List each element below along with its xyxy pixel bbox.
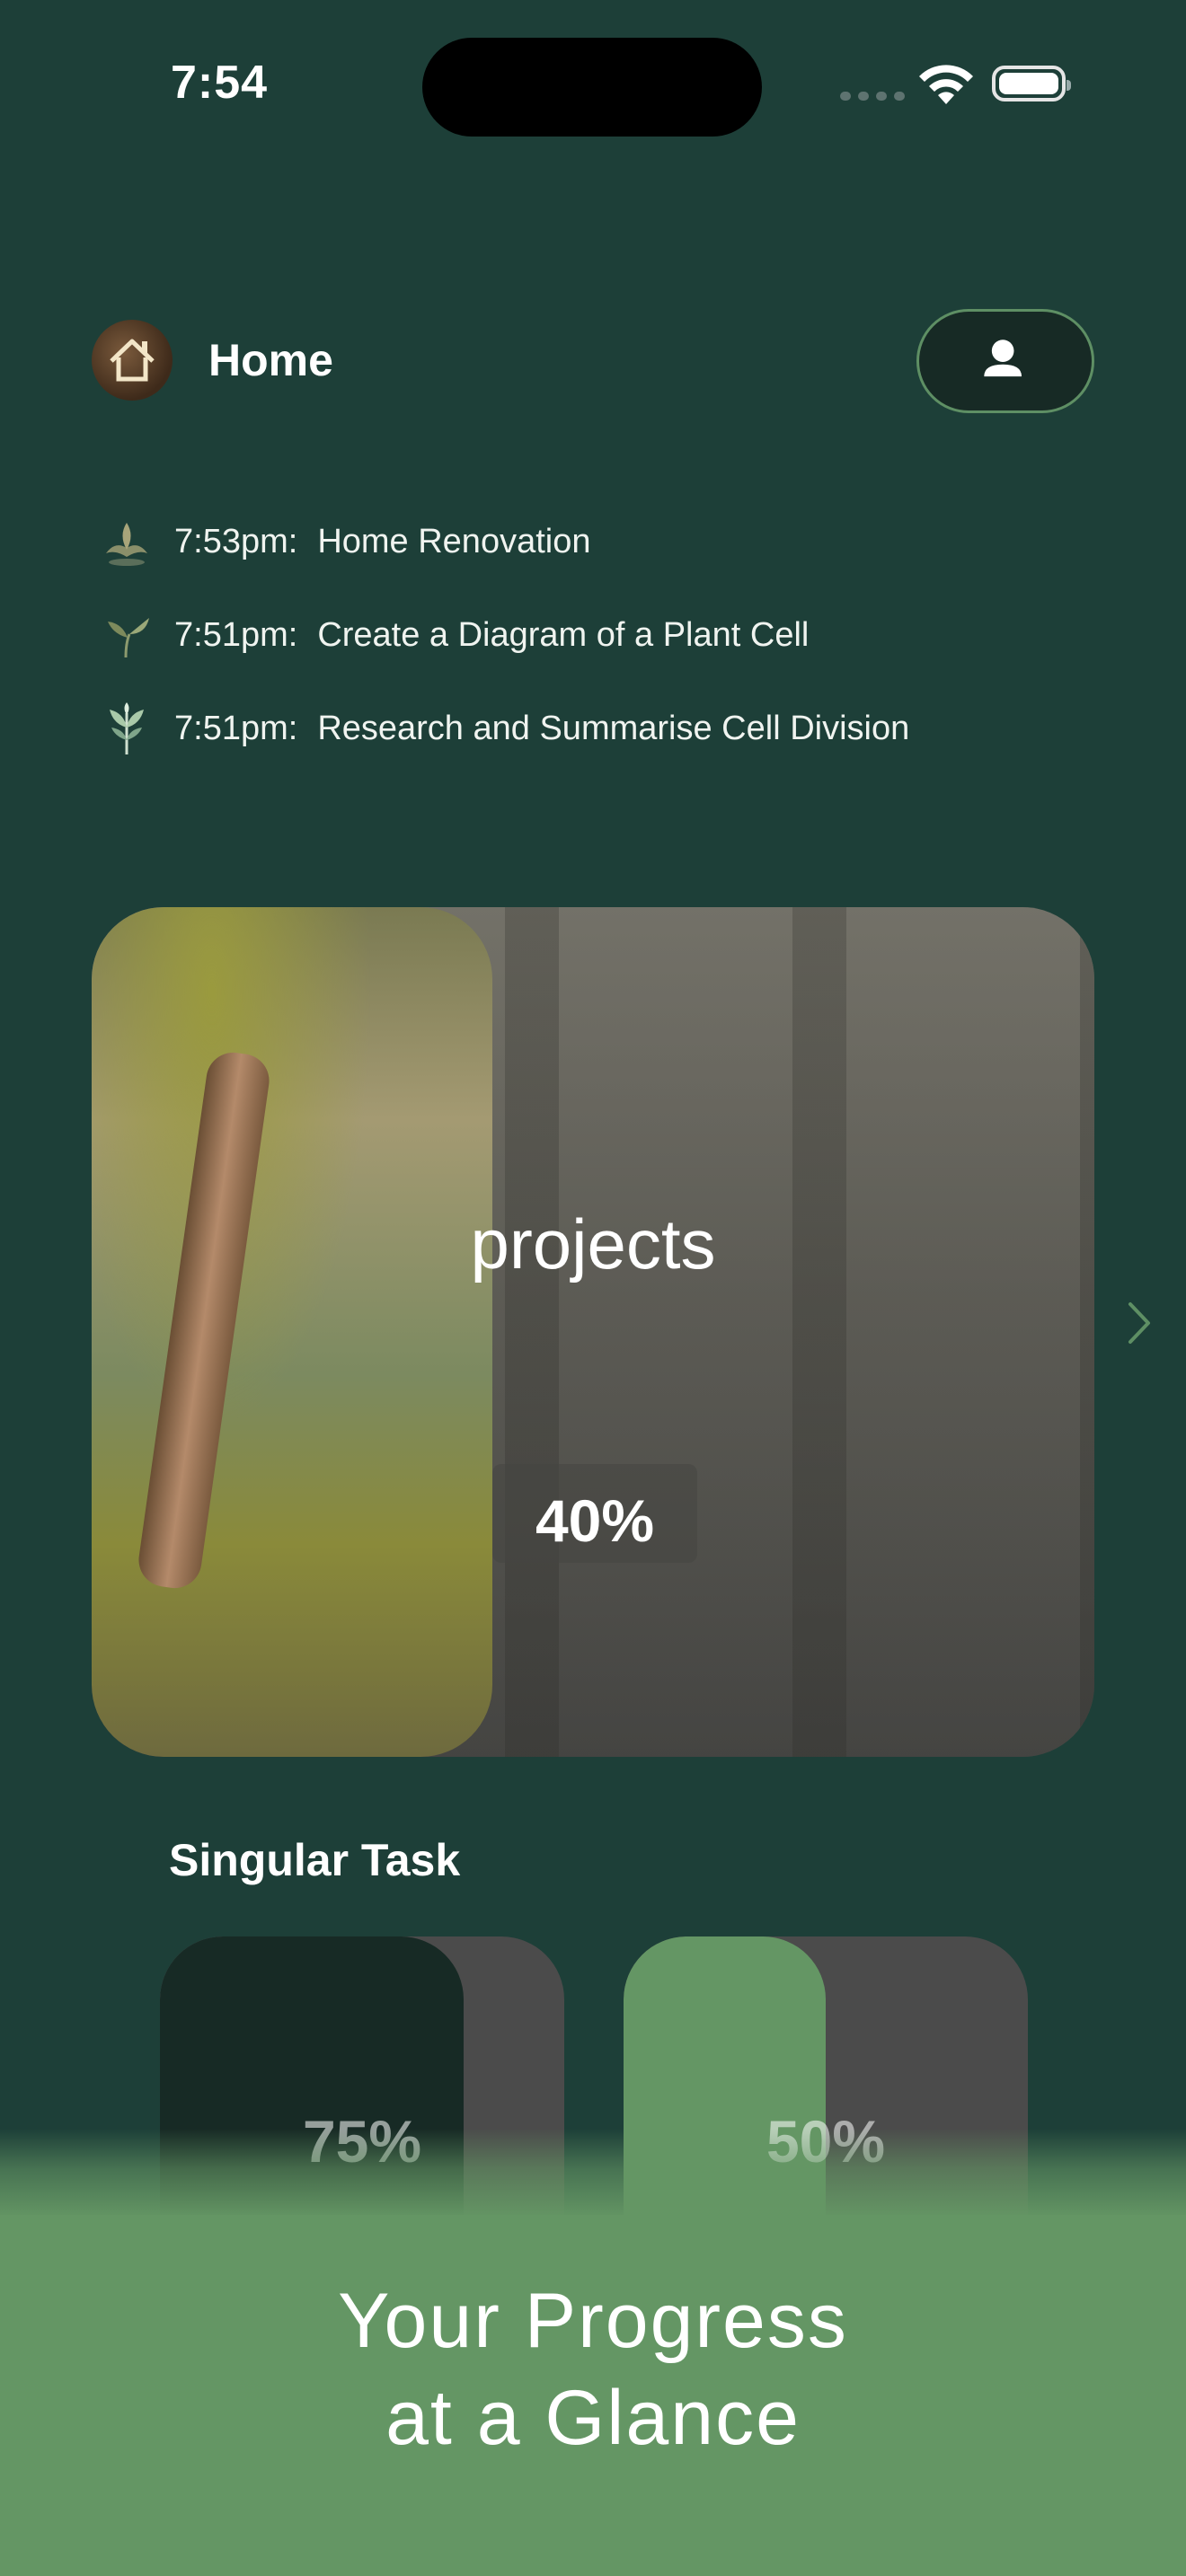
chevron-right-icon[interactable] [1125,1301,1152,1345]
activity-item[interactable]: 7:53pm: Home Renovation [99,514,590,569]
activity-item[interactable]: 7:51pm: Create a Diagram of a Plant Cell [99,607,809,663]
activity-time: 7:51pm: [174,709,298,747]
projects-percent: 40% [535,1487,655,1554]
house-icon [110,339,155,382]
tree-trunk-image [135,1049,273,1592]
battery-icon [992,66,1071,101]
home-avatar[interactable] [92,320,173,401]
activity-item[interactable]: 7:51pm: Research and Summarise Cell Divi… [99,701,909,756]
page-title: Home [208,335,333,385]
person-icon [984,340,1022,377]
projects-progress-fill [92,907,493,1757]
activity-title: Research and Summarise Cell Division [317,709,910,747]
activity-time: 7:51pm: [174,615,298,654]
section-title: Singular Task [169,1835,461,1885]
projects-label: projects [470,1204,716,1284]
seedling-icon [106,523,147,566]
activity-title: Create a Diagram of a Plant Cell [317,615,810,654]
activity-title: Home Renovation [317,522,591,560]
projects-card[interactable] [92,907,1094,1757]
cellular-signal-icon [840,92,905,101]
status-time: 7:54 [171,57,269,109]
wifi-icon [919,65,973,104]
banner-title-line-2: at a Glance [385,2375,801,2461]
banner-title-line-1: Your Progress [338,2278,848,2364]
sprout-icon [108,618,149,658]
dynamic-island [422,38,762,137]
banner-fade [0,2129,1186,2219]
activity-time: 7:53pm: [174,522,298,560]
profile-button[interactable] [916,309,1094,413]
plant-icon [110,702,144,754]
